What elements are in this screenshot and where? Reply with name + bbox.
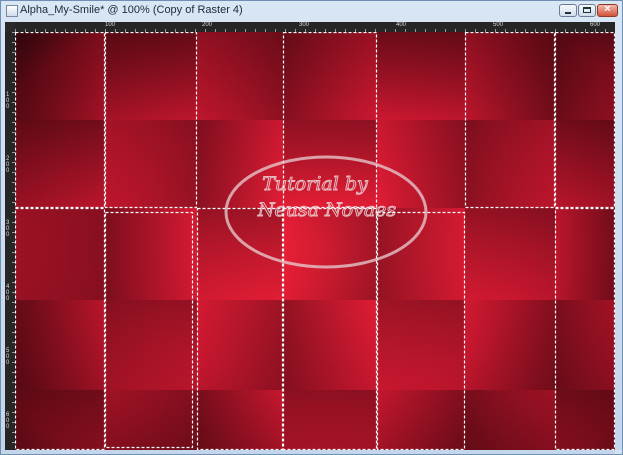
canvas-tile	[555, 32, 615, 120]
canvas-tile	[15, 32, 105, 120]
window-title: Alpha_My-Smile* @ 100% (Copy of Raster 4…	[20, 4, 243, 16]
canvas-tile	[377, 300, 465, 390]
canvas-artwork: Tutorial by Neusa Novaes	[15, 32, 615, 450]
scroll-corner	[615, 450, 622, 454]
canvas-tile	[197, 390, 283, 450]
ruler-label: 500	[6, 348, 10, 366]
minimize-button[interactable]	[559, 4, 577, 17]
ruler-corner	[5, 22, 15, 32]
canvas-tile	[555, 390, 615, 450]
canvas-tile	[197, 32, 283, 120]
canvas-tile	[15, 390, 105, 450]
canvas-tile	[197, 300, 283, 390]
canvas-tile	[105, 208, 197, 300]
canvas-tile	[465, 390, 555, 450]
canvas-tile	[377, 32, 465, 120]
canvas-tile	[555, 208, 615, 300]
ruler-label: 200	[202, 22, 213, 28]
canvas-tile	[105, 300, 197, 390]
image-canvas[interactable]: Tutorial by Neusa Novaes	[15, 32, 615, 450]
ruler-label: 100	[6, 92, 10, 110]
ruler-label: 100	[105, 22, 116, 28]
canvas-tile	[105, 32, 197, 120]
ruler-label: 500	[493, 22, 504, 28]
canvas-tile	[283, 208, 377, 300]
ruler-label: 200	[6, 156, 10, 174]
canvas-tile	[465, 208, 555, 300]
canvas-tile	[105, 390, 197, 450]
maximize-button[interactable]	[578, 4, 596, 17]
minimize-icon	[565, 12, 571, 14]
document-icon	[6, 5, 18, 17]
image-window: Alpha_My-Smile* @ 100% (Copy of Raster 4…	[0, 0, 623, 455]
canvas-tile	[15, 120, 105, 208]
canvas-tile	[283, 32, 377, 120]
canvas-tile	[15, 300, 105, 390]
ruler-label: 600	[590, 22, 601, 28]
ruler-label: 300	[6, 220, 10, 238]
canvas-tile	[15, 208, 105, 300]
canvas-tile	[283, 390, 377, 450]
maximize-icon	[583, 7, 591, 13]
canvas-tile	[555, 120, 615, 208]
canvas-tile	[377, 390, 465, 450]
canvas-tile	[465, 300, 555, 390]
title-bar[interactable]: Alpha_My-Smile* @ 100% (Copy of Raster 4…	[1, 1, 622, 21]
canvas-tile	[197, 208, 283, 300]
ruler-label: 300	[299, 22, 310, 28]
canvas-tile	[465, 120, 555, 208]
canvas-tile	[465, 32, 555, 120]
close-button[interactable]: ×	[597, 3, 618, 17]
watermark-line-2: Neusa Novaes	[257, 199, 397, 221]
close-icon: ×	[604, 3, 611, 15]
vertical-ruler: 100 200 300 400 500 600	[5, 32, 15, 450]
canvas-tile	[555, 300, 615, 390]
canvas-tile	[283, 300, 377, 390]
canvas-tile	[105, 120, 197, 208]
horizontal-ruler: 100200300400500600700800	[15, 22, 615, 32]
ruler-label: 600	[6, 412, 10, 430]
watermark-line-1: Tutorial by	[262, 173, 368, 195]
ruler-label: 400	[6, 284, 10, 302]
ruler-label: 400	[396, 22, 407, 28]
